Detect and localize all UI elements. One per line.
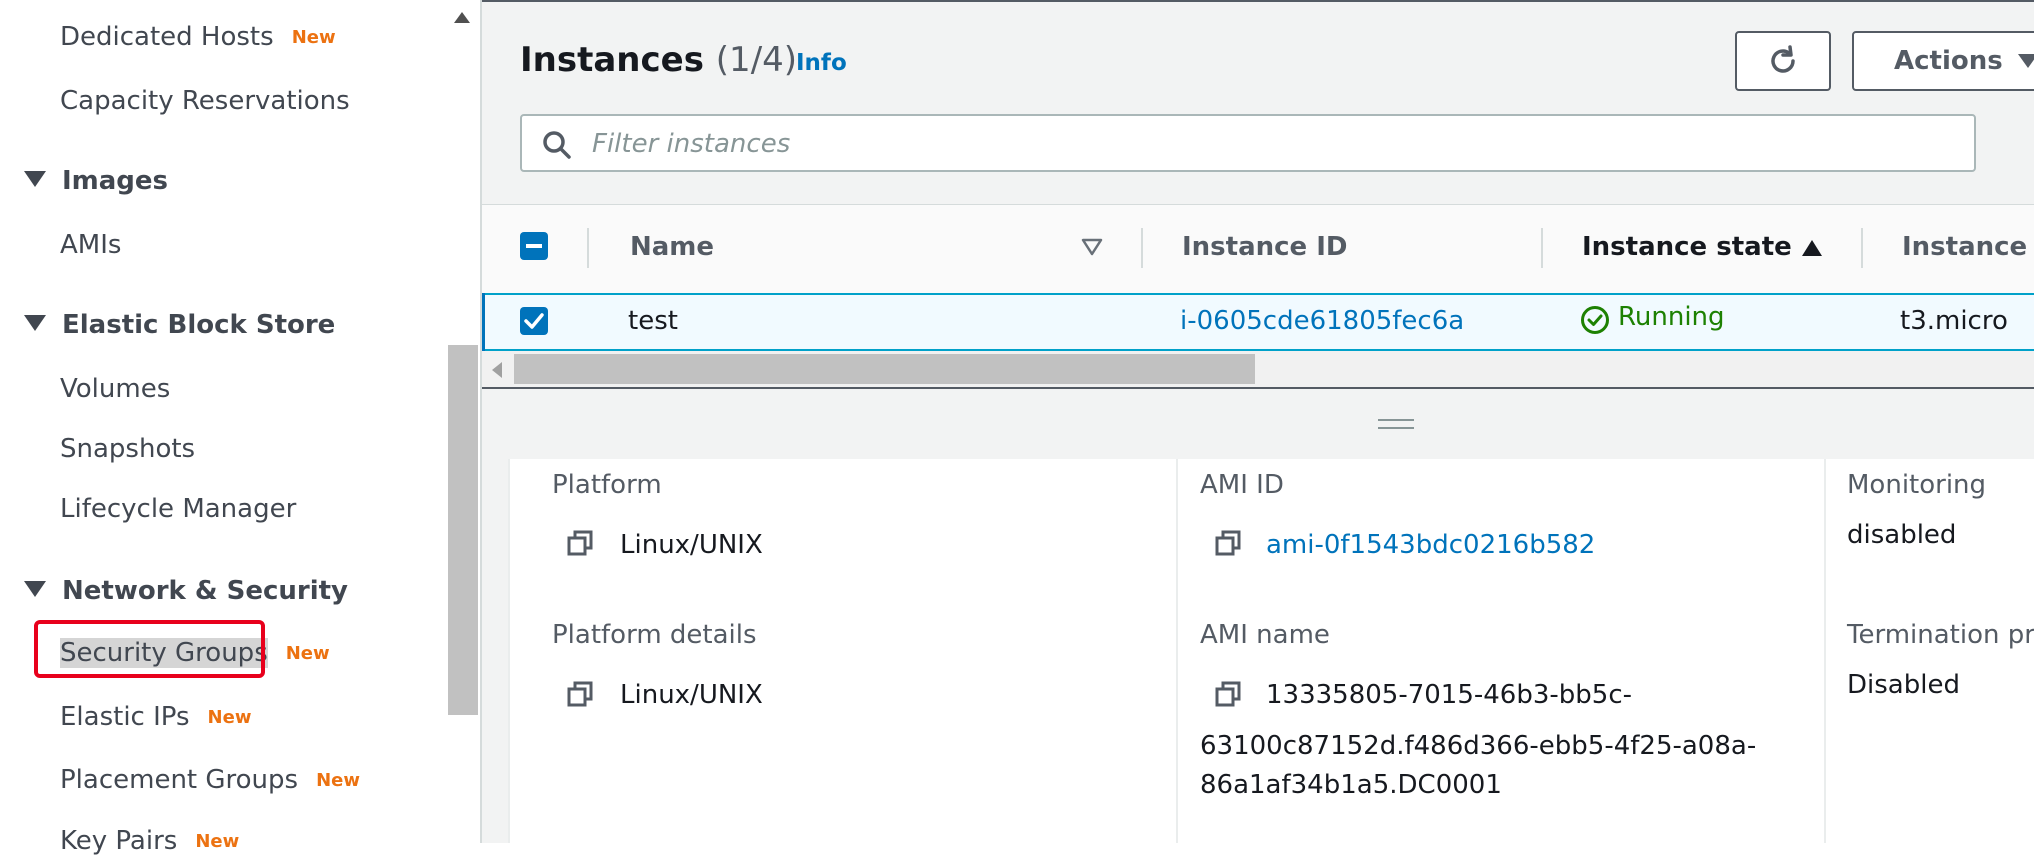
highlight-box — [34, 620, 265, 678]
copy-icon[interactable] — [566, 680, 594, 708]
filter-sort-icon[interactable] — [1081, 238, 1103, 256]
sidebar-item-label: Lifecycle Manager — [60, 494, 297, 524]
caret-down-icon — [2018, 54, 2034, 68]
search-input[interactable] — [590, 116, 1954, 172]
ami-name-line-3: 86a1af34b1a5.DC0001 — [1200, 770, 1502, 800]
copy-icon[interactable] — [1214, 680, 1242, 708]
section-heading: Network & Security — [62, 576, 348, 606]
sidebar-section-network-security[interactable]: Network & Security — [24, 576, 348, 606]
new-badge: New — [195, 831, 240, 852]
column-header-name[interactable]: Name — [630, 232, 714, 262]
platform-details-label: Platform details — [552, 620, 757, 650]
sidebar: Dedicated Hosts New Capacity Reservations… — [0, 0, 446, 856]
refresh-icon — [1771, 45, 1795, 73]
sidebar-item-key-pairs[interactable]: Key Pairs New — [60, 826, 239, 856]
column-header-instance-id[interactable]: Instance ID — [1182, 232, 1348, 262]
sidebar-item-dedicated-hosts[interactable]: Dedicated Hosts New — [60, 22, 336, 52]
ami-name-label: AMI name — [1200, 620, 1330, 650]
termination-protection-value: Disabled — [1847, 670, 1960, 700]
sidebar-item-label: Elastic IPs — [60, 702, 190, 732]
sidebar-item-elastic-ips[interactable]: Elastic IPs New — [60, 702, 251, 732]
column-separator — [587, 228, 589, 268]
column-separator — [1824, 459, 1826, 843]
ami-name-line-1: 13335805-7015-46b3-bb5c- — [1266, 680, 1633, 710]
cell-name: test — [628, 306, 678, 336]
column-separator — [1141, 228, 1143, 268]
info-link[interactable]: Info — [796, 50, 847, 76]
monitoring-value: disabled — [1847, 520, 1957, 550]
row-checkbox[interactable] — [520, 307, 548, 335]
copy-icon[interactable] — [1214, 529, 1242, 557]
section-heading: Elastic Block Store — [62, 310, 336, 340]
sidebar-item-lifecycle-manager[interactable]: Lifecycle Manager — [60, 494, 296, 524]
horizontal-scrollbar-thumb[interactable] — [514, 354, 1255, 384]
page-title: Instances (1/4) — [520, 40, 797, 80]
sidebar-item-label: Dedicated Hosts — [60, 22, 274, 52]
platform-label: Platform — [552, 470, 662, 500]
sort-ascending-icon[interactable] — [1800, 238, 1824, 258]
column-header-instance-type[interactable]: Instance ty — [1902, 232, 2034, 262]
section-heading: Images — [62, 166, 169, 196]
sidebar-item-label: Key Pairs — [60, 826, 178, 856]
instance-state-running: Running — [1618, 302, 1725, 332]
new-badge: New — [291, 27, 336, 48]
monitoring-label: Monitoring — [1847, 470, 1987, 500]
ami-id-label: AMI ID — [1200, 470, 1284, 500]
sidebar-item-label: Placement Groups — [60, 765, 299, 795]
select-all-checkbox[interactable] — [520, 232, 548, 260]
column-header-instance-state[interactable]: Instance state — [1582, 232, 1792, 262]
column-separator — [1541, 228, 1543, 268]
sidebar-item-label: Capacity Reservations — [60, 86, 350, 116]
new-badge: New — [316, 770, 360, 791]
drag-handle-icon[interactable] — [1378, 419, 1414, 429]
filter-search-box[interactable] — [520, 114, 1976, 172]
sidebar-item-placement-groups[interactable]: Placement Groups New — [60, 765, 360, 795]
caret-down-icon — [24, 315, 46, 331]
sidebar-scrollbar-thumb[interactable] — [448, 345, 478, 715]
checkmark-icon — [524, 313, 544, 329]
row-selection-marker — [482, 293, 485, 351]
sidebar-item-snapshots[interactable]: Snapshots — [60, 434, 195, 464]
new-badge: New — [207, 707, 252, 728]
cell-instance-type: t3.micro — [1900, 306, 2008, 336]
sidebar-item-label: Snapshots — [60, 434, 196, 464]
new-badge: New — [285, 643, 330, 664]
caret-down-icon — [24, 171, 46, 187]
actions-dropdown[interactable]: Actions — [1852, 31, 2034, 91]
instance-id-link[interactable]: i-0605cde61805fec6a — [1180, 306, 1464, 336]
sidebar-section-images[interactable]: Images — [24, 166, 168, 196]
sidebar-item-amis[interactable]: AMIs — [60, 230, 121, 260]
sidebar-item-volumes[interactable]: Volumes — [60, 374, 170, 404]
page-title-text: Instances — [520, 40, 704, 80]
running-status-icon — [1581, 306, 1609, 334]
actions-label: Actions — [1894, 46, 2003, 76]
scroll-left-arrow-icon[interactable] — [492, 362, 502, 378]
platform-value: Linux/UNIX — [620, 530, 763, 560]
termination-protection-label: Termination pr — [1847, 620, 2034, 650]
ami-name-line-2: 63100c87152d.f486d366-ebb5-4f25-a08a- — [1200, 731, 1757, 761]
top-border — [482, 0, 2034, 2]
copy-icon[interactable] — [566, 529, 594, 557]
search-icon — [543, 131, 571, 159]
column-separator — [1861, 228, 1863, 268]
scroll-up-arrow-icon[interactable] — [454, 12, 470, 23]
ami-id-link[interactable]: ami-0f1543bdc0216b582 — [1266, 530, 1595, 560]
sidebar-section-ebs[interactable]: Elastic Block Store — [24, 310, 335, 340]
sidebar-item-label: Volumes — [60, 374, 171, 404]
split-panel-border — [482, 387, 2034, 389]
sidebar-item-capacity-reservations[interactable]: Capacity Reservations — [60, 86, 350, 116]
sidebar-item-label: AMIs — [60, 230, 122, 260]
refresh-button[interactable] — [1735, 31, 1831, 91]
platform-details-value: Linux/UNIX — [620, 680, 763, 710]
instance-count: (1/4) — [715, 40, 798, 80]
caret-down-icon — [24, 581, 46, 597]
column-separator — [1176, 459, 1178, 843]
